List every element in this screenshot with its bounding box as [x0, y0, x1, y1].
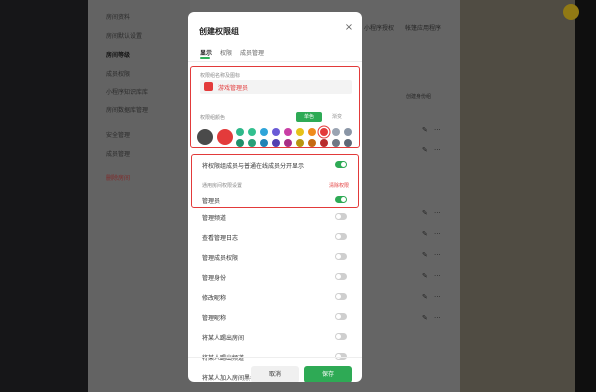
color-dot[interactable] [320, 139, 328, 147]
save-button[interactable]: 保存 [304, 366, 352, 382]
color-swatch-default[interactable] [197, 129, 213, 145]
dialog-title: 创建权限组 [199, 27, 239, 36]
toggle-knob [336, 234, 341, 239]
color-dot[interactable] [284, 139, 292, 147]
create-role-dialog: 创建权限组 × 显示 权限 成员管理 权限组名称及图标 游戏管理员 权限组颜色 … [188, 12, 362, 382]
admin-label: 管理员 [202, 198, 221, 205]
permission-label: 管理成员权限 [202, 255, 239, 262]
color-dot[interactable] [248, 128, 256, 136]
color-mode-gradient[interactable]: 渐变 [324, 112, 350, 122]
permission-label: 管理身份 [202, 275, 227, 282]
permission-toggle[interactable] [335, 313, 347, 320]
tab-display[interactable]: 显示 [200, 48, 212, 57]
cancel-button[interactable]: 取消 [251, 366, 299, 382]
show-separately-toggle[interactable] [335, 161, 347, 168]
color-dot[interactable] [332, 139, 340, 147]
toggle-knob [341, 197, 346, 202]
color-dot[interactable] [308, 139, 316, 147]
color-dot[interactable] [272, 128, 280, 136]
permission-toggle[interactable] [335, 333, 347, 340]
permission-label: 将某人踢出房间 [202, 335, 245, 342]
toggle-knob [336, 314, 341, 319]
color-dot[interactable] [236, 139, 244, 147]
tab-permissions[interactable]: 权限 [220, 48, 232, 57]
role-name-value: 游戏管理员 [218, 85, 249, 92]
permission-toggle[interactable] [335, 273, 347, 280]
color-dot[interactable] [332, 128, 340, 136]
color-dot[interactable] [248, 139, 256, 147]
color-dot[interactable] [344, 139, 352, 147]
toggle-knob [336, 334, 341, 339]
permission-toggle[interactable] [335, 293, 347, 300]
color-dot[interactable] [296, 128, 304, 136]
color-label: 权限组颜色 [200, 115, 226, 121]
permission-toggle[interactable] [335, 253, 347, 260]
toggle-knob [336, 254, 341, 259]
color-dot[interactable] [272, 139, 280, 147]
toggle-knob [336, 214, 341, 219]
color-mode-solid[interactable]: 单色 [296, 112, 322, 122]
color-picker-swatch[interactable] [217, 129, 233, 145]
color-dot[interactable] [296, 139, 304, 147]
permission-label: 管理频道 [202, 215, 227, 222]
toggle-knob [336, 294, 341, 299]
permission-toggle[interactable] [335, 213, 347, 220]
footer-divider [188, 357, 362, 358]
color-dot[interactable] [308, 128, 316, 136]
close-icon[interactable]: × [343, 22, 355, 34]
active-tab-indicator [200, 57, 210, 59]
role-icon[interactable] [204, 82, 213, 91]
permission-label: 管理昵称 [202, 315, 227, 322]
tab-members[interactable]: 成员管理 [240, 48, 264, 57]
color-dot[interactable] [260, 139, 268, 147]
permission-label: 修改昵称 [202, 295, 227, 302]
color-dot[interactable] [236, 128, 244, 136]
color-dot[interactable] [320, 128, 328, 136]
color-dot[interactable] [344, 128, 352, 136]
general-permissions-label: 通用房间权限设置 [202, 183, 243, 189]
permission-label: 查看管理日志 [202, 235, 239, 242]
toggle-knob [341, 162, 346, 167]
color-dot[interactable] [284, 128, 292, 136]
tab-divider [188, 61, 362, 62]
show-separately-label: 将权限组成员与普通在线成员分开显示 [202, 163, 305, 170]
permission-toggle[interactable] [335, 233, 347, 240]
admin-toggle[interactable] [335, 196, 347, 203]
name-section-label: 权限组名称及图标 [200, 73, 241, 79]
color-dot[interactable] [260, 128, 268, 136]
reset-permissions-link[interactable]: 清除权限 [329, 182, 349, 189]
toggle-knob [336, 274, 341, 279]
